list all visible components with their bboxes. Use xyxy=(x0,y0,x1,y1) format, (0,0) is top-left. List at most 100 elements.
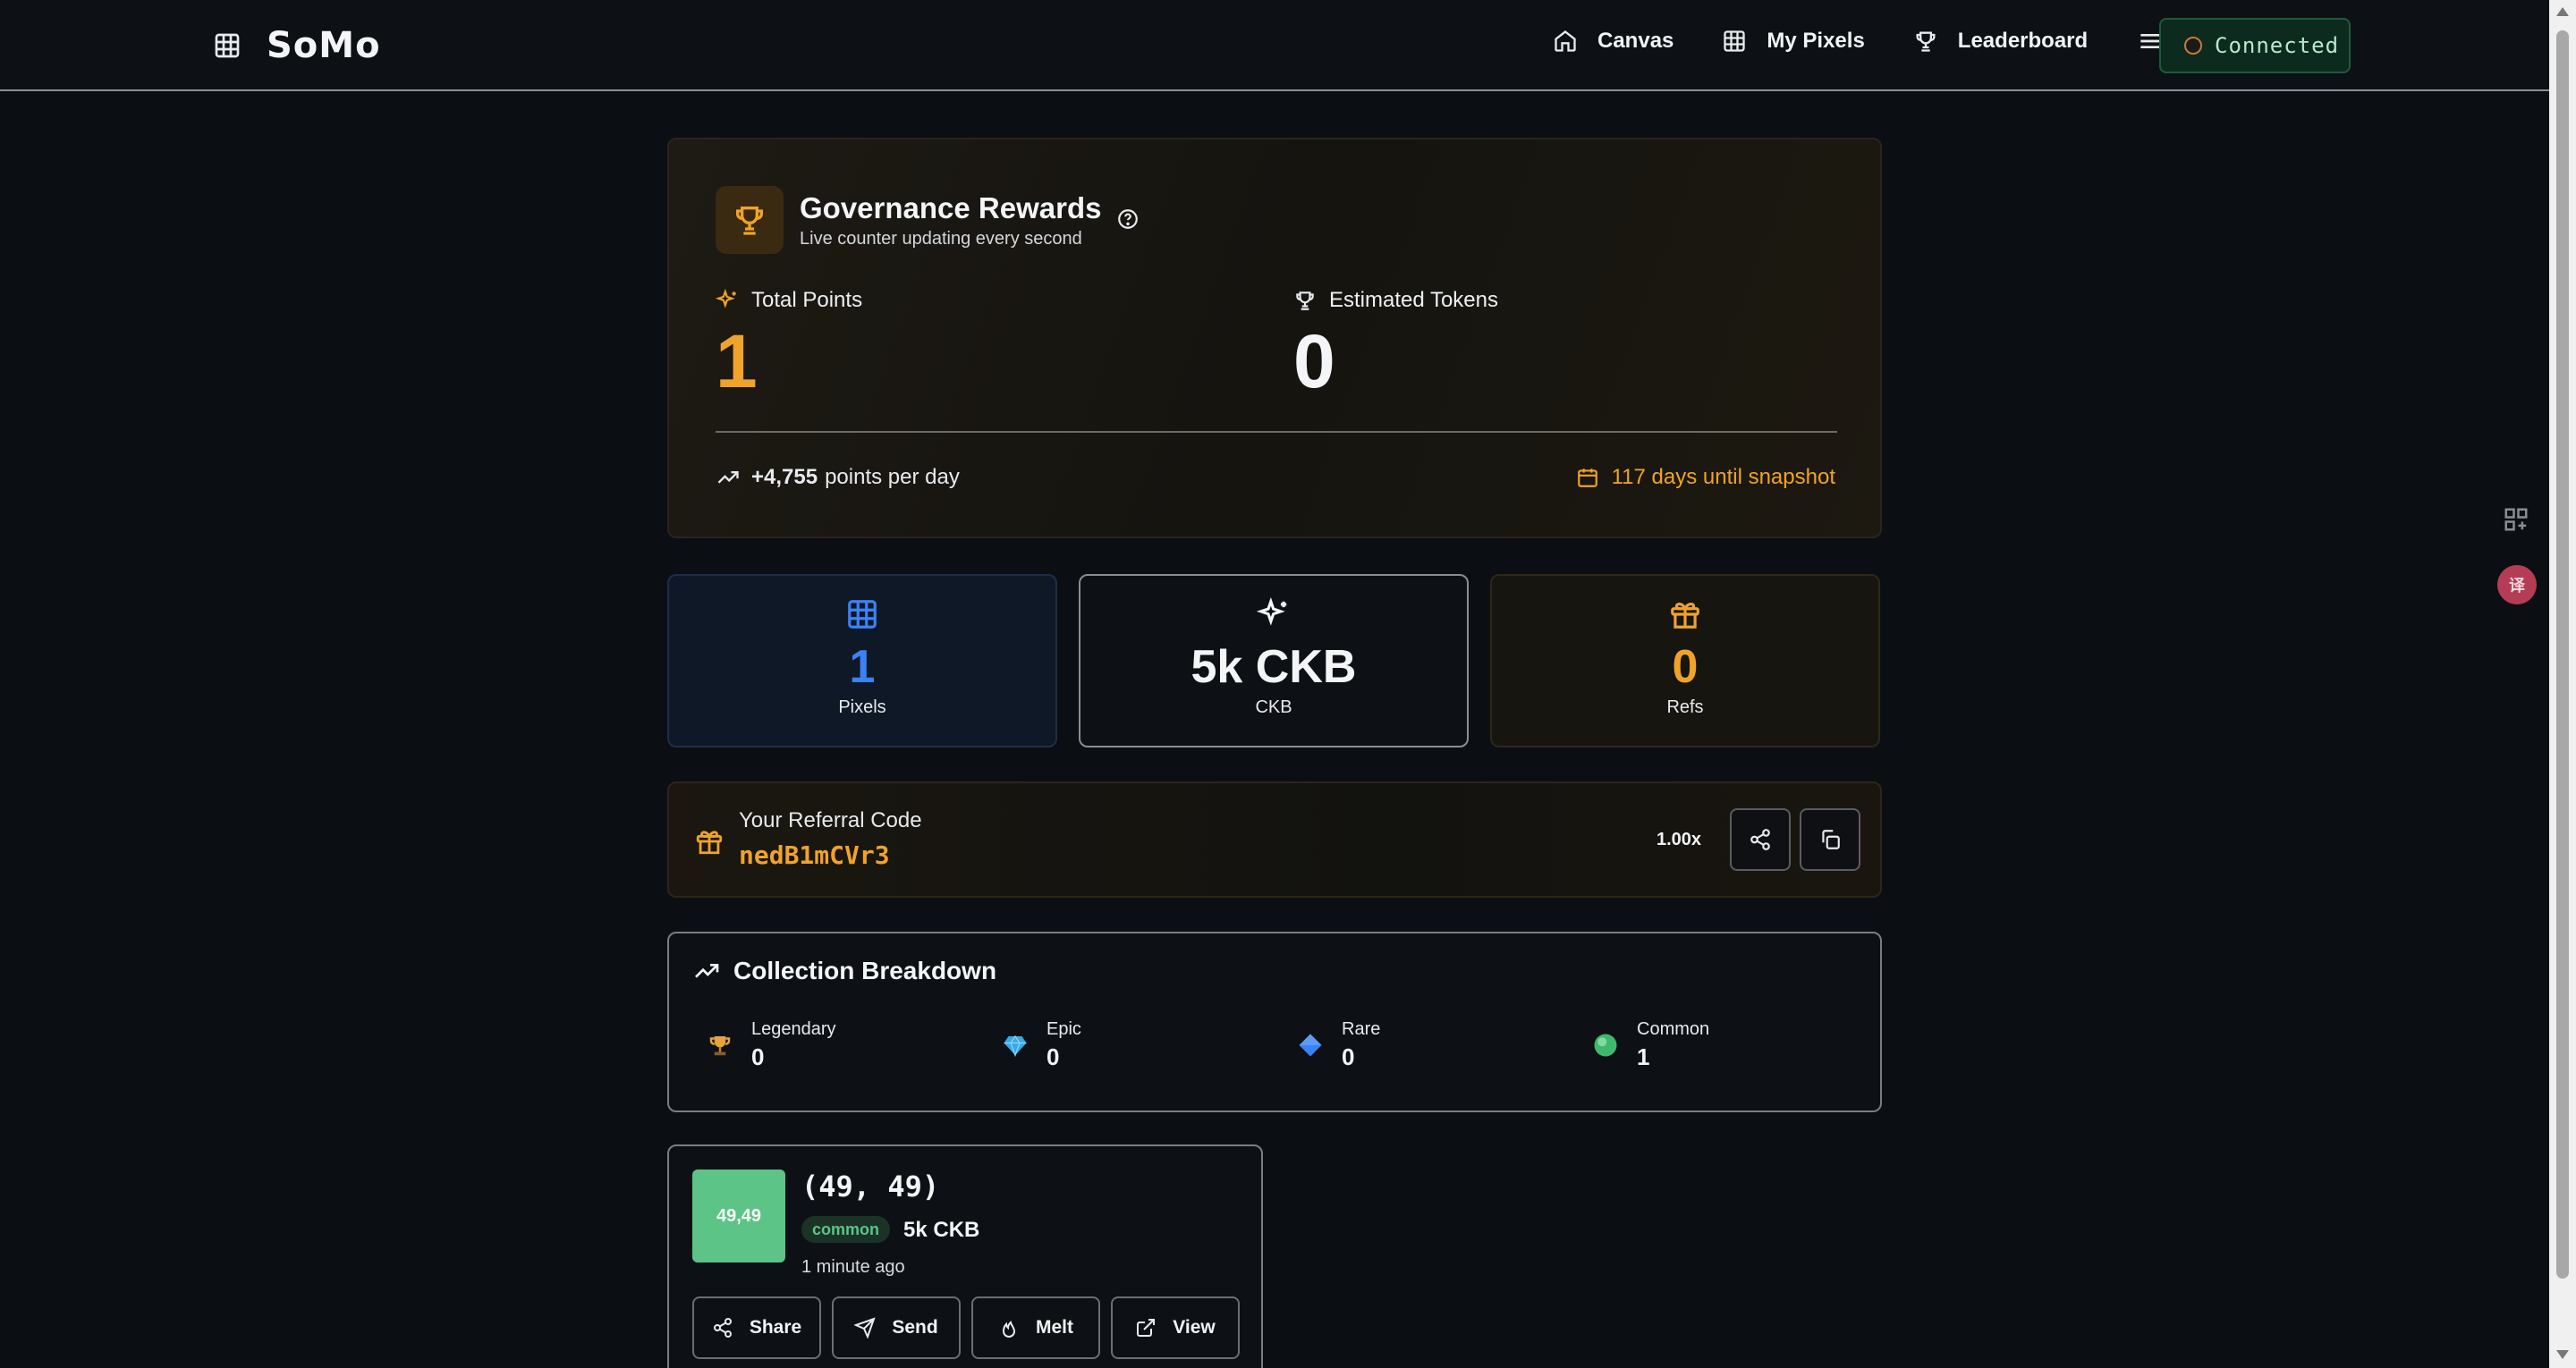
melt-button[interactable]: Melt xyxy=(971,1296,1100,1359)
pixel-coordinates: (49, 49) xyxy=(801,1170,940,1203)
trophy-icon xyxy=(1296,291,1314,310)
calendar-icon xyxy=(1577,469,1597,487)
trophy-icon xyxy=(736,207,763,235)
total-points-label-text: Total Points xyxy=(751,288,863,312)
scrollbar[interactable] xyxy=(2549,0,2576,1368)
rarity-epic-count: 0 xyxy=(1046,1043,1060,1070)
rarity-common-name: Common xyxy=(1637,1019,1710,1039)
rarity-common-count: 1 xyxy=(1637,1043,1650,1070)
pixels-count: 1 xyxy=(849,641,876,693)
pixels-label: Pixels xyxy=(838,697,886,717)
diamond-icon xyxy=(1299,1034,1322,1057)
send-button-label: Send xyxy=(892,1317,938,1338)
view-button[interactable]: View xyxy=(1111,1296,1240,1359)
nav-leaderboard[interactable]: Leaderboard xyxy=(1913,29,2088,54)
rarity-rare: Rare 0 xyxy=(1297,1019,1380,1071)
pixel-swatch[interactable]: 49,49 xyxy=(692,1170,785,1262)
wallet-connected-button[interactable]: Connected xyxy=(2159,18,2351,73)
nav-my-pixels-label: My Pixels xyxy=(1767,29,1865,53)
gift-icon xyxy=(1671,603,1699,629)
points-rate-value: +4,755 xyxy=(751,465,818,489)
pixel-timestamp: 1 minute ago xyxy=(801,1257,905,1277)
rarity-legendary-name: Legendary xyxy=(751,1019,836,1039)
help-icon[interactable] xyxy=(1116,207,1140,231)
pixel-price: 5k CKB xyxy=(903,1218,980,1242)
melt-button-label: Melt xyxy=(1036,1317,1073,1338)
send-icon xyxy=(854,1317,876,1338)
nav-leaderboard-label: Leaderboard xyxy=(1957,29,2089,53)
grid-icon xyxy=(848,600,877,629)
governance-subtitle: Live counter updating every second xyxy=(800,229,1082,249)
copy-icon xyxy=(1822,830,1840,849)
referral-multiplier: 1.00x xyxy=(1657,830,1702,849)
estimated-tokens-label: Estimated Tokens xyxy=(1293,288,1498,313)
translate-icon[interactable]: 译 xyxy=(2497,565,2537,604)
pixels-stat-card: 1 Pixels xyxy=(667,574,1057,747)
rarity-rare-name: Rare xyxy=(1342,1019,1381,1039)
brand[interactable]: SoMo xyxy=(213,25,381,66)
total-points-value: 1 xyxy=(716,319,758,403)
main-nav: Canvas My Pixels Leaderboard xyxy=(1553,27,2197,55)
wallet-avatar-icon xyxy=(2184,37,2202,55)
ckb-label: CKB xyxy=(1255,697,1292,717)
estimated-tokens-value: 0 xyxy=(1293,319,1335,403)
trending-up-icon xyxy=(695,964,719,978)
scroll-down-arrow-icon[interactable] xyxy=(2556,1350,2569,1359)
rarity-legendary-count: 0 xyxy=(751,1043,765,1070)
governance-title: Governance Rewards xyxy=(800,191,1102,224)
scroll-up-arrow-icon[interactable] xyxy=(2556,7,2569,16)
share-referral-button[interactable] xyxy=(1730,808,1791,871)
ckb-value: 5k CKB xyxy=(1191,641,1357,693)
referral-code-label: Your Referral Code xyxy=(739,808,922,832)
trophy-icon xyxy=(1916,31,1936,52)
translate-icon-glyph: 译 xyxy=(2509,577,2525,595)
rarity-common: Common 1 xyxy=(1592,1019,1709,1071)
nav-canvas-label: Canvas xyxy=(1597,29,1674,53)
sparkles-icon xyxy=(1257,597,1287,626)
grid-icon xyxy=(1724,30,1746,52)
nav-my-pixels[interactable]: My Pixels xyxy=(1722,29,1865,54)
share-icon xyxy=(713,1318,732,1338)
copy-referral-button[interactable] xyxy=(1800,808,1860,871)
flame-icon xyxy=(1002,1321,1016,1338)
collection-breakdown-title-text: Collection Breakdown xyxy=(733,957,997,984)
rarity-badge: common xyxy=(801,1216,891,1243)
rarity-epic-name: Epic xyxy=(1046,1019,1081,1039)
gift-icon xyxy=(696,831,723,855)
view-button-label: View xyxy=(1173,1317,1216,1338)
ckb-stat-card: 5k CKB CKB xyxy=(1079,574,1469,747)
refs-label: Refs xyxy=(1666,697,1704,717)
wallet-status-label: Connected xyxy=(2215,33,2340,58)
rarity-rare-count: 0 xyxy=(1342,1043,1355,1070)
total-points-label: Total Points xyxy=(716,288,862,313)
home-icon xyxy=(1555,30,1576,52)
collection-breakdown-title: Collection Breakdown xyxy=(692,957,996,985)
refs-count: 0 xyxy=(1672,641,1699,693)
share-button[interactable]: Share xyxy=(692,1296,821,1359)
rarity-epic: Epic 0 xyxy=(1002,1019,1081,1071)
points-rate-suffix: points per day xyxy=(825,465,960,489)
green-circle-icon xyxy=(1594,1034,1617,1057)
scrollbar-thumb[interactable] xyxy=(2556,30,2569,1279)
trending-up-icon xyxy=(717,471,739,484)
nav-canvas[interactable]: Canvas xyxy=(1553,29,1674,54)
governance-rewards-card: Governance Rewards Live counter updating… xyxy=(667,138,1882,538)
rarity-legendary: Legendary 0 xyxy=(707,1019,836,1071)
brand-name: SoMo xyxy=(267,25,381,66)
sparkles-icon xyxy=(716,289,736,308)
apps-icon[interactable] xyxy=(2503,506,2529,533)
refs-stat-card: 0 Refs xyxy=(1490,574,1880,747)
referral-code-value: nedB1mCVr3 xyxy=(739,840,890,870)
divider xyxy=(716,431,1837,433)
points-rate: +4,755 points per day xyxy=(716,465,960,490)
external-link-icon xyxy=(1137,1319,1156,1337)
estimated-tokens-label-text: Estimated Tokens xyxy=(1329,288,1498,312)
collection-breakdown-card: Collection Breakdown Legendary 0 Epic 0 … xyxy=(667,932,1882,1112)
snapshot-countdown-text: 117 days until snapshot xyxy=(1611,465,1835,489)
gem-icon xyxy=(1004,1034,1027,1058)
grid-icon xyxy=(215,33,240,58)
share-icon xyxy=(1750,829,1770,850)
share-button-label: Share xyxy=(749,1317,802,1338)
trophy-badge xyxy=(716,186,784,254)
send-button[interactable]: Send xyxy=(832,1296,961,1359)
